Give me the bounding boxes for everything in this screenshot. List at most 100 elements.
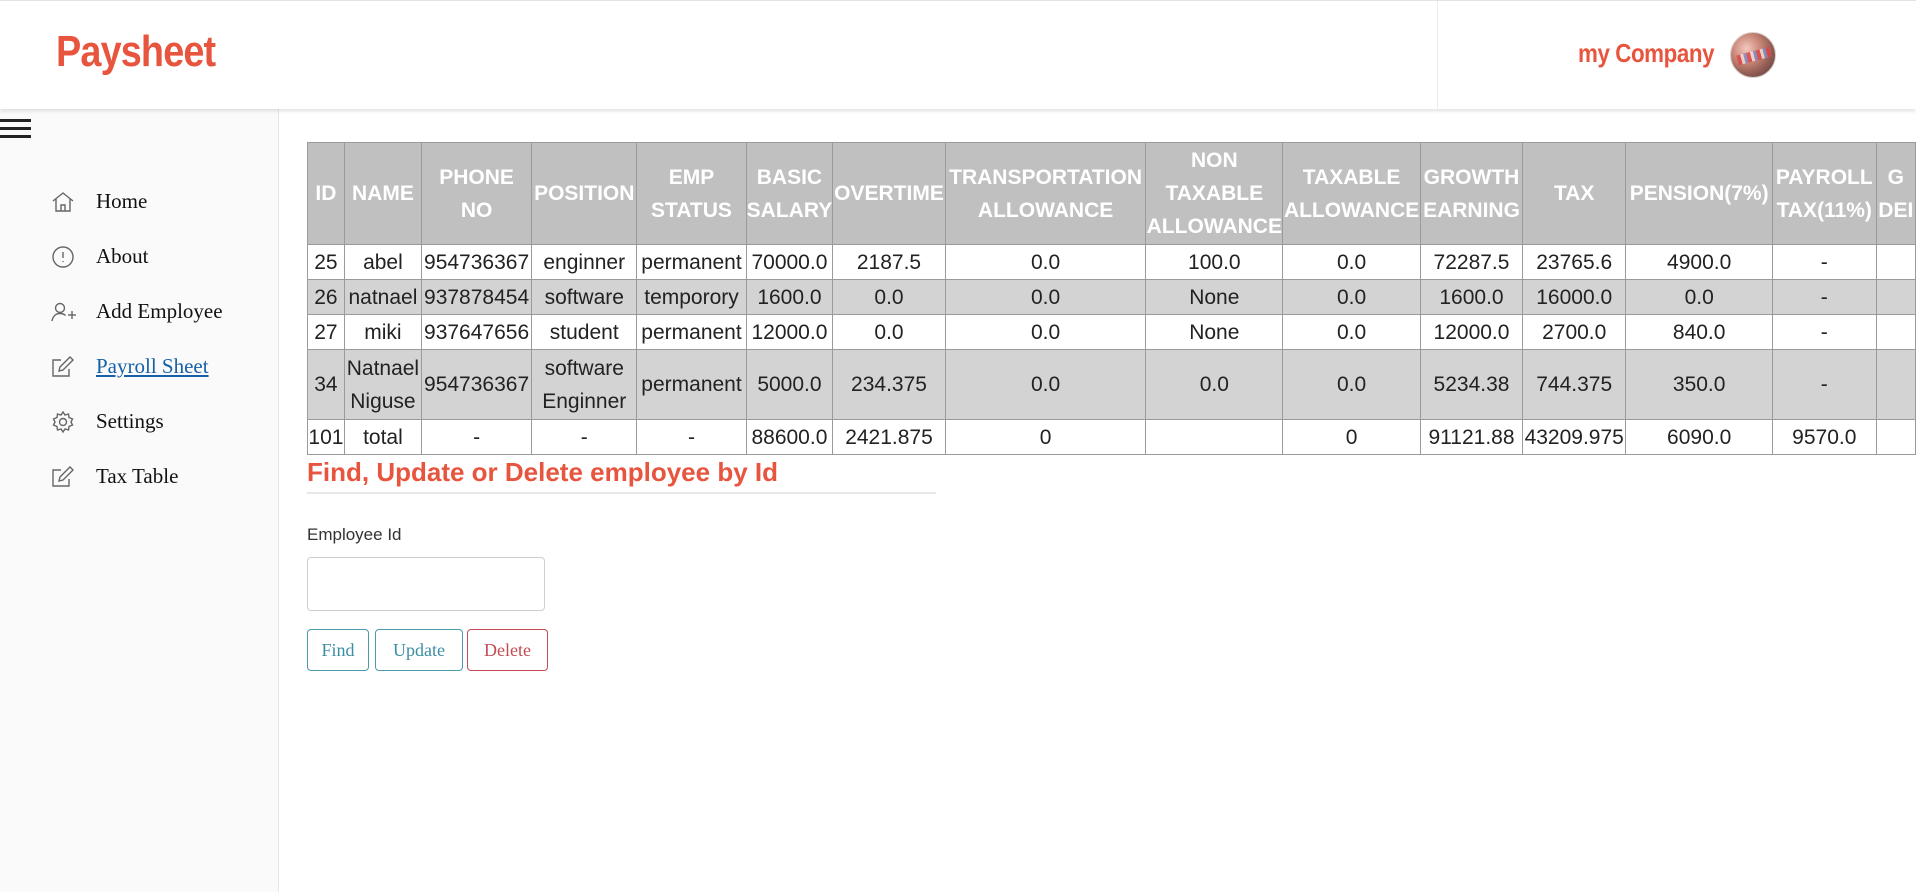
sidebar-item-label: Tax Table [96,464,179,488]
sidebar-item-add-employee[interactable]: Add Employee [48,284,223,339]
table-cell: 0.0 [1282,349,1421,420]
top-header: Paysheet my Company [0,0,1916,110]
table-cell: permanent [636,314,747,350]
column-header: PHONE NO [421,142,533,245]
table-cell: 70000.0 [745,244,834,280]
column-header: ID [307,142,345,245]
table-row: 27 miki 937647656 student permanent 12000.0 0.… [307,314,1916,350]
sidebar-item-about[interactable]: About [48,229,223,284]
sidebar-item-payroll-sheet[interactable]: Payroll Sheet [48,339,223,394]
table-cell: 5234.38 [1419,349,1524,420]
table-cell: 25 [307,244,345,280]
table-cell: - [531,419,638,455]
form-divider [307,492,936,494]
brand-logo[interactable]: Paysheet [56,27,216,77]
delete-button[interactable]: Delete [467,629,548,671]
table-body: 25 abel 954736367 enginner permanent 70000.0 2… [307,244,1916,455]
sidebar-item-label: About [96,244,149,268]
table-cell: - [1771,279,1877,315]
table-cell: 1600.0 [745,279,834,315]
table-cell: 0.0 [1282,314,1421,350]
table-cell: 937647656 [421,314,533,350]
table-row: 34 Natnael Niguse 954736367 software Enginn… [307,349,1916,420]
table-cell: 26 [307,279,345,315]
table-cell: 0.0 [944,314,1147,350]
sidebar-item-label: Payroll Sheet [96,354,209,378]
table-cell: 0.0 [1282,279,1421,315]
table-cell [1145,419,1284,455]
table-cell: 0.0 [832,279,946,315]
column-header: BASIC SALARY [745,142,834,245]
column-header: TAXABLE ALLOWANCE [1282,142,1421,245]
table-cell [1875,419,1916,455]
table-row: 26 natnael 937878454 software temporory 1600.… [307,279,1916,315]
sidebar-item-home[interactable]: Home [48,174,223,229]
payroll-table-container: ID NAME PHONE NO POSITION EMP STATUS BASIC SA… [307,142,1916,455]
table-cell: 0.0 [1625,279,1773,315]
table-cell: miki [343,314,423,350]
table-cell: - [1771,314,1877,350]
form-title: Find, Update or Delete employee by Id [307,457,778,487]
sidebar-nav: Home About Add Employee Payroll Sheet Se… [48,174,223,504]
sidebar-item-label: Settings [96,409,164,433]
table-cell: 5000.0 [745,349,834,420]
column-header: OVERTIME [832,142,946,245]
sidebar-item-tax-table[interactable]: Tax Table [48,449,223,504]
table-cell: 0 [1282,419,1421,455]
company-name: my Company [1578,38,1715,68]
column-header: PENSION(7%) [1625,142,1773,245]
table-cell: student [531,314,638,350]
table-cell: 88600.0 [745,419,834,455]
table-cell [1875,279,1916,315]
find-button[interactable]: Find [307,629,369,671]
table-cell: 937878454 [421,279,533,315]
column-header: EMP STATUS [636,142,747,245]
table-header-row: ID NAME PHONE NO POSITION EMP STATUS BASIC SA… [307,142,1916,245]
table-cell: 16000.0 [1522,279,1627,315]
table-cell: 72287.5 [1419,244,1524,280]
table-cell: total [343,419,423,455]
table-cell: 954736367 [421,244,533,280]
table-cell: natnael [343,279,423,315]
table-cell: temporory [636,279,747,315]
table-cell: 0.0 [944,244,1147,280]
table-cell: 100.0 [1145,244,1284,280]
table-cell: 34 [307,349,345,420]
edit-icon [48,462,78,492]
table-cell: None [1145,279,1284,315]
sidebar: Home About Add Employee Payroll Sheet Se… [0,109,279,892]
table-cell: abel [343,244,423,280]
header-divider [1437,1,1438,110]
table-cell: 350.0 [1625,349,1773,420]
menu-toggle-icon[interactable] [0,117,31,139]
table-cell: 0.0 [944,279,1147,315]
table-cell: 234.375 [832,349,946,420]
table-cell: 27 [307,314,345,350]
table-cell: 12000.0 [1419,314,1524,350]
add-user-icon [48,297,78,327]
table-cell: 12000.0 [745,314,834,350]
table-cell: 6090.0 [1625,419,1773,455]
table-cell: 840.0 [1625,314,1773,350]
edit-icon [48,352,78,382]
table-cell [1875,349,1916,420]
column-header: TRANSPORTATION ALLOWANCE [944,142,1147,245]
sidebar-item-settings[interactable]: Settings [48,394,223,449]
table-cell: 43209.975 [1522,419,1627,455]
update-button[interactable]: Update [375,629,463,671]
table-row: 101 total - - -88600.0 2421.875 0 0 91121.88 4320… [307,419,1916,455]
table-cell: 1600.0 [1419,279,1524,315]
employee-id-input[interactable] [307,557,545,611]
table-cell [1875,244,1916,280]
table-cell: 0.0 [832,314,946,350]
table-cell: 2700.0 [1522,314,1627,350]
table-cell: 0.0 [1145,349,1284,420]
table-cell: software [531,279,638,315]
table-cell: 2187.5 [832,244,946,280]
table-cell: permanent [636,244,747,280]
column-header: NON TAXABLE ALLOWANCE [1145,142,1284,245]
employee-id-label: Employee Id [307,525,402,544]
avatar[interactable] [1730,32,1776,78]
table-cell: 0.0 [1282,244,1421,280]
table-cell: software Enginner [531,349,638,420]
